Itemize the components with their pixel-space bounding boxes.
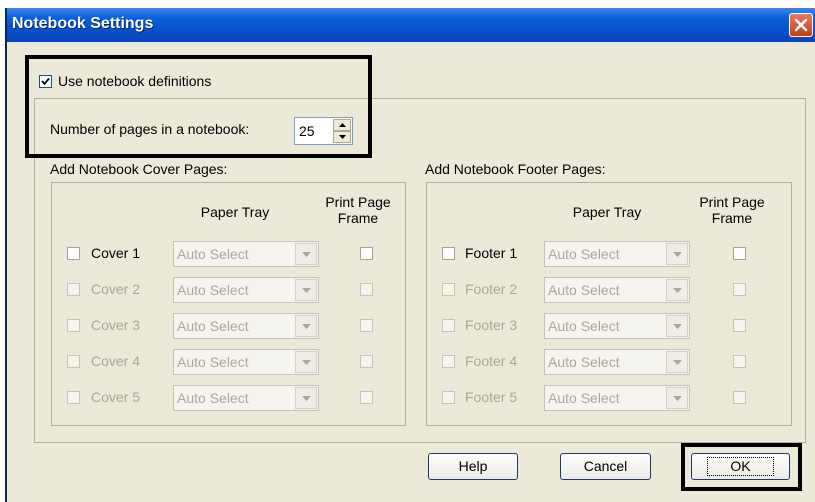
footer-3-frame-checkbox[interactable] [733, 319, 746, 332]
cover-1-checkbox[interactable] [67, 247, 80, 260]
footer-print-frame-line1: Print Page [699, 194, 765, 210]
cover-2-checkbox[interactable] [67, 283, 80, 296]
footer-1-label: Footer 1 [465, 245, 518, 261]
dropdown-button[interactable] [666, 243, 688, 265]
footer-group-label: Add Notebook Footer Pages: [425, 161, 606, 177]
cover-print-frame-line2: Frame [337, 210, 379, 226]
footer-4-tray-value: Auto Select [548, 354, 620, 370]
cover-3-label: Cover 3 [91, 317, 141, 333]
footer-print-frame-header: Print Page Frame [692, 194, 772, 226]
cover-5-tray-select[interactable]: Auto Select [173, 385, 319, 411]
footer-3-label: Footer 3 [465, 317, 518, 333]
highlight-definitions [25, 55, 372, 158]
footer-5-checkbox[interactable] [442, 391, 455, 404]
cover-3-tray-value: Auto Select [177, 318, 249, 334]
cover-2-label: Cover 2 [91, 281, 141, 297]
cover-4-checkbox[interactable] [67, 355, 80, 368]
cover-4-tray-value: Auto Select [177, 354, 249, 370]
dropdown-button[interactable] [295, 315, 317, 337]
highlight-ok [681, 443, 802, 491]
cover-4-frame-checkbox[interactable] [360, 355, 373, 368]
chevron-down-icon [673, 252, 682, 257]
chevron-down-icon [302, 324, 311, 329]
footer-1-tray-value: Auto Select [548, 246, 620, 262]
dropdown-button[interactable] [666, 387, 688, 409]
help-button[interactable]: Help [428, 453, 518, 480]
window-title: Notebook Settings [12, 15, 154, 32]
cover-3-frame-checkbox[interactable] [360, 319, 373, 332]
footer-2-tray-value: Auto Select [548, 282, 620, 298]
close-button[interactable] [789, 13, 813, 37]
footer-2-frame-checkbox[interactable] [733, 283, 746, 296]
cover-1-tray-select[interactable]: Auto Select [173, 241, 319, 267]
dropdown-button[interactable] [666, 315, 688, 337]
cancel-button[interactable]: Cancel [560, 453, 651, 480]
footer-4-label: Footer 4 [465, 353, 518, 369]
footer-3-checkbox[interactable] [442, 319, 455, 332]
footer-5-tray-value: Auto Select [548, 390, 620, 406]
footer-print-frame-line2: Frame [711, 210, 753, 226]
footer-1-tray-select[interactable]: Auto Select [544, 241, 690, 267]
cover-4-label: Cover 4 [91, 353, 141, 369]
dropdown-button[interactable] [666, 279, 688, 301]
footer-4-checkbox[interactable] [442, 355, 455, 368]
title-bar[interactable]: Notebook Settings [7, 8, 815, 42]
notebook-settings-dialog: Notebook Settings Use notebook definitio… [5, 8, 815, 502]
dropdown-button[interactable] [295, 351, 317, 373]
cover-1-frame-checkbox[interactable] [360, 247, 373, 260]
cover-5-label: Cover 5 [91, 389, 141, 405]
chevron-down-icon [673, 396, 682, 401]
dropdown-button[interactable] [295, 279, 317, 301]
footer-3-tray-value: Auto Select [548, 318, 620, 334]
dropdown-button[interactable] [295, 243, 317, 265]
cover-2-tray-value: Auto Select [177, 282, 249, 298]
cover-5-frame-checkbox[interactable] [360, 391, 373, 404]
footer-5-label: Footer 5 [465, 389, 518, 405]
footer-2-label: Footer 2 [465, 281, 518, 297]
footer-5-tray-select[interactable]: Auto Select [544, 385, 690, 411]
chevron-down-icon [302, 288, 311, 293]
cover-5-checkbox[interactable] [67, 391, 80, 404]
chevron-down-icon [673, 360, 682, 365]
footer-4-frame-checkbox[interactable] [733, 355, 746, 368]
footer-paper-tray-header: Paper Tray [572, 204, 642, 220]
chevron-down-icon [302, 396, 311, 401]
footer-2-checkbox[interactable] [442, 283, 455, 296]
cover-print-frame-line1: Print Page [325, 194, 391, 210]
cover-2-frame-checkbox[interactable] [360, 283, 373, 296]
dropdown-button[interactable] [295, 387, 317, 409]
cover-5-tray-value: Auto Select [177, 390, 249, 406]
cover-group-label: Add Notebook Cover Pages: [50, 161, 228, 177]
cover-1-tray-value: Auto Select [177, 246, 249, 262]
chevron-down-icon [302, 360, 311, 365]
footer-4-tray-select[interactable]: Auto Select [544, 349, 690, 375]
cover-4-tray-select[interactable]: Auto Select [173, 349, 319, 375]
footer-3-tray-select[interactable]: Auto Select [544, 313, 690, 339]
close-icon [794, 18, 808, 32]
footer-1-checkbox[interactable] [442, 247, 455, 260]
footer-5-frame-checkbox[interactable] [733, 391, 746, 404]
footer-2-tray-select[interactable]: Auto Select [544, 277, 690, 303]
chevron-down-icon [302, 252, 311, 257]
cover-print-frame-header: Print Page Frame [318, 194, 398, 226]
cover-paper-tray-header: Paper Tray [200, 204, 270, 220]
cover-3-tray-select[interactable]: Auto Select [173, 313, 319, 339]
cover-2-tray-select[interactable]: Auto Select [173, 277, 319, 303]
dropdown-button[interactable] [666, 351, 688, 373]
cover-3-checkbox[interactable] [67, 319, 80, 332]
cover-1-label: Cover 1 [91, 245, 141, 261]
footer-1-frame-checkbox[interactable] [733, 247, 746, 260]
chevron-down-icon [673, 324, 682, 329]
chevron-down-icon [673, 288, 682, 293]
